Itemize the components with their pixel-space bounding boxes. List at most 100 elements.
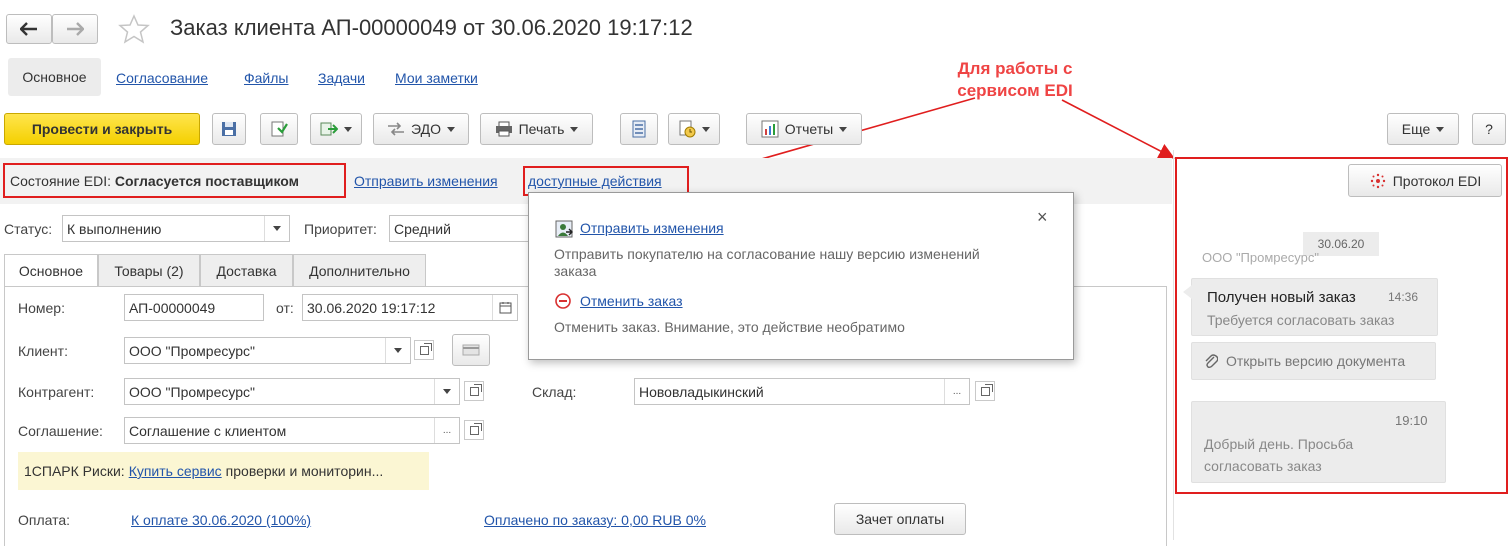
msg1-text: Требуется согласовать заказ <box>1207 312 1395 328</box>
payment-label: Оплата: <box>18 512 71 528</box>
edi-send-changes-link[interactable]: Отправить изменения <box>354 173 498 189</box>
warehouse-open-icon[interactable] <box>975 381 995 401</box>
floppy-icon <box>222 122 236 136</box>
available-actions-link[interactable]: доступные действия <box>528 173 662 189</box>
contractor-value: ООО "Промресурс" <box>129 383 255 400</box>
cancel-icon <box>555 293 571 312</box>
priority-select[interactable]: Средний <box>389 215 529 242</box>
chat-message-new-order: Получен новый заказ 14:36 Требуется согл… <box>1183 278 1438 336</box>
from-label: от: <box>276 300 294 316</box>
tab-delivery[interactable]: Доставка <box>200 254 293 286</box>
number-value: АП-00000049 <box>129 299 216 316</box>
chevron-down-icon[interactable] <box>434 379 459 404</box>
client-value: ООО "Промресурс" <box>129 342 255 359</box>
actions-popup: × Отправить изменения Отправить покупате… <box>528 192 1074 360</box>
spark-suffix: проверки и мониторин... <box>225 463 384 479</box>
reports-label: Отчеты <box>784 121 834 137</box>
popup-send-changes-desc-line1: Отправить покупателю на согласование наш… <box>554 246 980 262</box>
status-select[interactable]: К выполнению <box>62 215 290 242</box>
protocol-edi-icon <box>1370 173 1385 188</box>
printer-icon <box>495 121 512 137</box>
post-document-icon <box>271 121 288 137</box>
tab-additional[interactable]: Дополнительно <box>293 254 426 286</box>
spark-risks-banner: 1СПАРК Риски: Купить сервис проверки и м… <box>18 452 429 490</box>
warehouse-label: Склад: <box>532 384 577 400</box>
chevron-down-icon <box>570 126 579 132</box>
create-based-on-button[interactable] <box>310 113 362 145</box>
agreement-open-icon[interactable] <box>464 420 484 440</box>
post-button[interactable] <box>260 113 298 145</box>
send-changes-icon <box>555 220 573 241</box>
print-button[interactable]: Печать <box>480 113 593 145</box>
client-select[interactable]: ООО "Промресурс" <box>124 337 411 364</box>
save-button[interactable] <box>212 113 246 145</box>
help-button[interactable]: ? <box>1472 113 1506 145</box>
list-button[interactable] <box>620 113 658 145</box>
annotation-arrow-right <box>1061 99 1175 159</box>
chat-date: 30.06.20 <box>1317 237 1365 251</box>
chat-sender: ООО "Промресурс" <box>1202 250 1319 265</box>
edi-protocol-label: Протокол EDI <box>1392 172 1482 189</box>
chevron-down-icon[interactable] <box>385 338 410 363</box>
tab-main-label: Основное <box>18 263 84 279</box>
payment-due-link[interactable]: К оплате 30.06.2020 (100%) <box>131 512 311 528</box>
number-field[interactable]: АП-00000049 <box>124 294 264 321</box>
tab-delivery-label: Доставка <box>216 262 277 279</box>
edi-protocol-button[interactable]: Протокол EDI <box>1348 164 1502 197</box>
edo-button[interactable]: ЭДО <box>373 113 469 145</box>
edo-label: ЭДО <box>411 121 441 137</box>
paid-by-order-link[interactable]: Оплачено по заказу: 0,00 RUB 0% <box>484 512 706 528</box>
warehouse-select[interactable]: Нововладыкинский ... <box>634 378 970 405</box>
popup-send-changes-link[interactable]: Отправить изменения <box>580 220 724 236</box>
priority-value: Средний <box>394 220 451 237</box>
contractor-label: Контрагент: <box>18 384 95 400</box>
chevron-down-icon <box>839 126 848 132</box>
list-icon <box>632 120 646 138</box>
more-button[interactable]: Еще <box>1387 113 1459 145</box>
msg2-text: Добрый день. Просьба согласовать заказ <box>1204 433 1353 477</box>
payment-offset-button[interactable]: Зачет оплаты <box>834 503 966 535</box>
contractor-select[interactable]: ООО "Промресурс" <box>124 378 460 405</box>
msg1-title: Получен новый заказ <box>1207 289 1356 306</box>
popup-cancel-order-link[interactable]: Отменить заказ <box>580 293 683 309</box>
client-card-button[interactable] <box>452 334 490 366</box>
create-based-icon <box>320 122 338 136</box>
msg2-line2: согласовать заказ <box>1204 458 1322 474</box>
calendar-icon[interactable] <box>492 295 517 320</box>
popup-send-changes-desc: Отправить покупателю на согласование наш… <box>554 246 980 280</box>
tab-goods[interactable]: Товары (2) <box>98 254 200 286</box>
chat-message-reply: 19:10 Добрый день. Просьба согласовать з… <box>1191 401 1446 483</box>
chevron-down-icon <box>446 126 455 132</box>
paperclip-icon <box>1205 354 1218 369</box>
more-label: Еще <box>1401 121 1431 137</box>
number-label: Номер: <box>18 300 65 316</box>
attachments-button[interactable] <box>668 113 720 145</box>
msg1-time: 14:36 <box>1388 290 1419 304</box>
payment-offset-label: Зачет оплаты <box>855 511 945 527</box>
spark-prefix: 1СПАРК Риски: <box>24 463 125 479</box>
post-and-close-button[interactable]: Провести и закрыть <box>4 113 200 145</box>
agreement-label: Соглашение: <box>18 423 103 439</box>
tab-main[interactable]: Основное <box>4 254 98 287</box>
warehouse-choose-button[interactable]: ... <box>944 379 969 404</box>
agreement-choose-button[interactable]: ... <box>434 418 459 443</box>
agreement-value: Соглашение с клиентом <box>129 422 287 439</box>
chevron-down-icon <box>1436 126 1445 132</box>
edo-icon <box>388 122 405 136</box>
spark-buy-link[interactable]: Купить сервис <box>129 463 222 479</box>
chevron-down-icon[interactable] <box>264 216 289 241</box>
contractor-open-icon[interactable] <box>464 381 484 401</box>
reports-button[interactable]: Отчеты <box>746 113 862 145</box>
edi-state: Состояние EDI: Согласуется поставщиком <box>10 173 299 189</box>
agreement-select[interactable]: Соглашение с клиентом ... <box>124 417 460 444</box>
warehouse-value: Нововладыкинский <box>639 383 764 400</box>
popup-close-button[interactable]: × <box>1037 207 1048 228</box>
status-label: Статус: <box>4 221 53 237</box>
client-open-icon[interactable] <box>414 340 434 360</box>
open-document-version-button[interactable]: Открыть версию документа <box>1191 342 1436 380</box>
date-field[interactable]: 30.06.2020 19:17:12 <box>302 294 518 321</box>
report-chart-icon <box>761 120 779 138</box>
tab-additional-label: Дополнительно <box>309 262 410 279</box>
chevron-down-icon <box>344 126 352 132</box>
chevron-down-icon <box>702 126 710 132</box>
